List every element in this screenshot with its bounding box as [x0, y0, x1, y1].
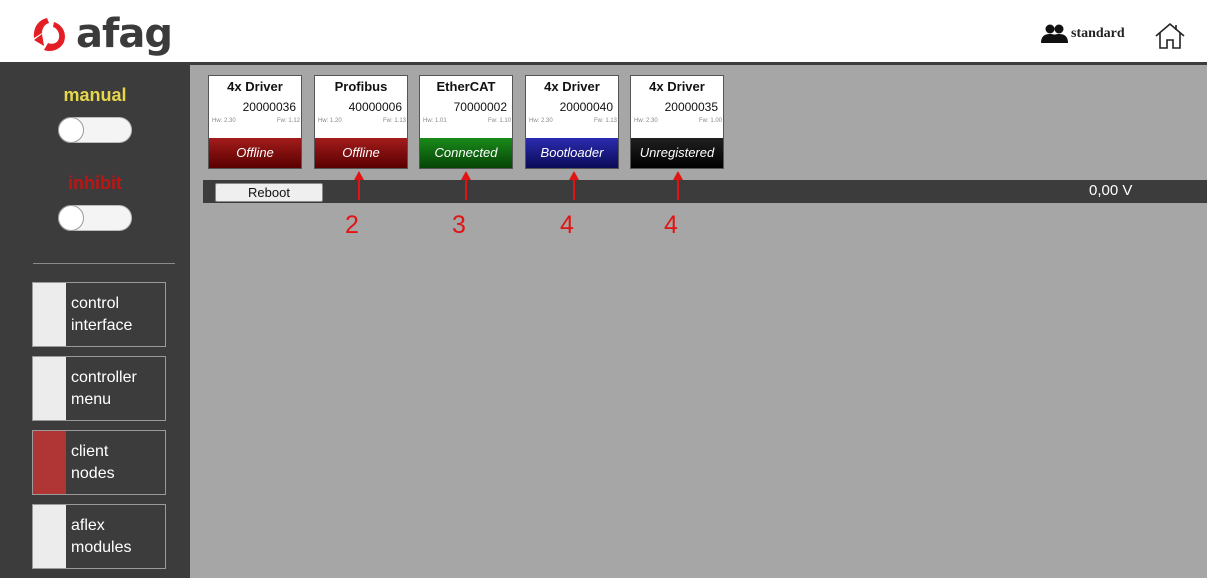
fw-version: Fw: 1.00 — [698, 118, 722, 124]
menu-indicator — [33, 357, 66, 420]
module-versions: Hw: 2.30 Fw: 1.12 — [212, 118, 300, 124]
inhibit-label: inhibit — [68, 173, 122, 193]
module-status: Unregistered — [631, 138, 723, 168]
afag-logo: afag — [30, 11, 173, 57]
manual-label: manual — [63, 85, 127, 105]
module-type: Profibus — [334, 79, 388, 94]
module-status: Offline — [315, 138, 407, 168]
hw-version: Hw: 2.30 — [529, 118, 553, 124]
annotation-number: 4 — [560, 211, 574, 239]
sidebar-divider — [33, 263, 175, 264]
module-serial: 20000040 — [559, 100, 613, 114]
inhibit-toggle[interactable] — [58, 205, 132, 231]
module-card[interactable]: 4x Driver 20000040 Hw: 2.30 Fw: 1.13 Boo… — [525, 75, 619, 169]
module-type: 4x Driver — [227, 79, 283, 94]
fw-version: Fw: 1.10 — [487, 118, 511, 124]
module-card[interactable]: 4x Driver 20000036 Hw: 2.30 Fw: 1.12 Off… — [208, 75, 302, 169]
menu-indicator-active — [33, 431, 66, 494]
menu-label: control interface — [71, 295, 133, 334]
menu-aflex-modules[interactable]: aflex modules — [32, 504, 166, 569]
user-level-label: standard — [1071, 26, 1125, 41]
module-status: Offline — [209, 138, 301, 168]
module-versions: Hw: 2.30 Fw: 1.00 — [634, 118, 722, 124]
module-serial: 20000036 — [242, 100, 296, 114]
menu-client-nodes[interactable]: client nodes — [32, 430, 166, 495]
module-versions: Hw: 1.01 Fw: 1.10 — [423, 118, 511, 124]
fw-version: Fw: 1.12 — [276, 118, 300, 124]
menu-controller-menu[interactable]: controller menu — [32, 356, 166, 421]
module-type: EtherCAT — [436, 79, 496, 94]
menu-label: client nodes — [71, 443, 115, 482]
annotation-arrow-icon — [461, 171, 471, 200]
module-type: 4x Driver — [544, 79, 600, 94]
annotation-arrow-icon — [354, 171, 364, 200]
user-level[interactable]: standard — [1040, 24, 1125, 44]
reboot-button[interactable]: Reboot — [215, 183, 323, 202]
annotation-number: 3 — [452, 211, 466, 239]
menu-label: aflex modules — [71, 517, 132, 556]
afag-logo-icon — [33, 18, 65, 52]
module-versions: Hw: 1.20 Fw: 1.13 — [318, 118, 406, 124]
module-serial: 20000035 — [664, 100, 718, 114]
annotation-arrow-icon — [569, 171, 579, 200]
annotation-number: 4 — [664, 211, 678, 239]
logo-text: afag — [76, 11, 173, 57]
module-versions: Hw: 2.30 Fw: 1.13 — [529, 118, 617, 124]
manual-toggle[interactable] — [58, 117, 132, 143]
sidebar: manual inhibit control interface control… — [0, 65, 190, 578]
annotation-arrow-icon — [673, 171, 683, 200]
voltage-readout: 0,00 V — [1089, 182, 1133, 199]
hw-version: Hw: 1.20 — [318, 118, 342, 124]
manual-toggle-knob — [58, 117, 84, 143]
top-bar: afag standard — [0, 0, 1207, 65]
module-serial: 70000002 — [453, 100, 507, 114]
home-button[interactable] — [1153, 22, 1187, 55]
module-card[interactable]: 4x Driver 20000035 Hw: 2.30 Fw: 1.00 Unr… — [630, 75, 724, 169]
hw-version: Hw: 2.30 — [634, 118, 658, 124]
hw-version: Hw: 2.30 — [212, 118, 236, 124]
fw-version: Fw: 1.13 — [382, 118, 406, 124]
menu-indicator — [33, 505, 66, 568]
module-type: 4x Driver — [649, 79, 705, 94]
users-icon — [1041, 24, 1068, 43]
home-icon — [1155, 22, 1185, 49]
module-status: Connected — [420, 138, 512, 168]
menu-indicator — [33, 283, 66, 346]
menu-label: controller menu — [71, 369, 137, 408]
module-serial: 40000006 — [348, 100, 402, 114]
inhibit-toggle-knob — [58, 205, 84, 231]
module-status: Bootloader — [526, 138, 618, 168]
module-card[interactable]: Profibus 40000006 Hw: 1.20 Fw: 1.13 Offl… — [314, 75, 408, 169]
hw-version: Hw: 1.01 — [423, 118, 447, 124]
annotation-number: 2 — [345, 211, 359, 239]
module-card[interactable]: EtherCAT 70000002 Hw: 1.01 Fw: 1.10 Conn… — [419, 75, 513, 169]
menu-control-interface[interactable]: control interface — [32, 282, 166, 347]
fw-version: Fw: 1.13 — [593, 118, 617, 124]
